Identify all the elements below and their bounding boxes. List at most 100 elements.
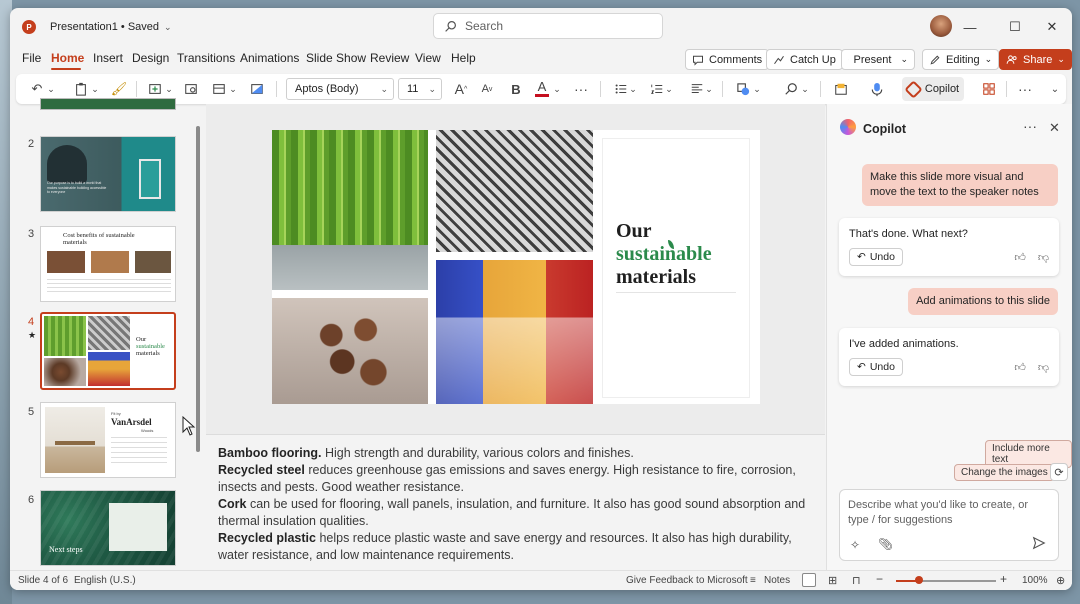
notes-toggle[interactable]: Notes [764, 575, 790, 586]
new-slide-icon[interactable] [144, 79, 166, 99]
slide-thumbnail-2[interactable]: Our purpose is to build a world that mak… [40, 136, 176, 212]
send-icon[interactable] [1032, 536, 1046, 555]
fit-slide-icon[interactable]: ⊕ [1056, 574, 1065, 587]
undo-label: Undo [869, 251, 895, 263]
reading-view-icon[interactable]: ⊓ [852, 574, 861, 587]
tab-design[interactable]: Design [132, 51, 169, 65]
shapes-icon[interactable] [732, 79, 754, 99]
undo-icon[interactable]: ↶ [26, 79, 48, 99]
editing-mode-button[interactable]: Editing ⌄ [922, 49, 1000, 70]
thumbs-up-icon[interactable]: 👍︎ [1014, 251, 1026, 264]
table-image [55, 441, 95, 445]
thumbs-down-icon[interactable]: 👎︎ [1038, 251, 1049, 264]
chevron-down-icon[interactable]: ⌄ [90, 79, 100, 99]
tab-home[interactable]: Home [51, 51, 84, 65]
zoom-slider-thumb[interactable] [915, 576, 923, 584]
present-button[interactable]: Present ⌄ [841, 49, 915, 70]
dictate-icon[interactable] [866, 79, 888, 99]
thumbs-up-icon[interactable]: 👍︎ [1014, 361, 1026, 374]
chevron-down-icon[interactable]: ⌄ [228, 79, 238, 99]
chevron-down-icon[interactable]: ⌄ [900, 54, 908, 65]
expand-ribbon-icon[interactable]: ⌄ [1048, 79, 1062, 99]
document-title[interactable]: Presentation1 • Saved [50, 21, 159, 33]
close-pane-icon[interactable]: ✕ [1049, 120, 1060, 136]
current-slide[interactable]: Our sustainable materials [272, 130, 760, 404]
tab-help[interactable]: Help [451, 51, 476, 65]
attach-icon[interactable]: 📎︎ [878, 537, 893, 552]
minimize-button[interactable]: — [952, 8, 988, 46]
shrink-font-icon[interactable]: Av [476, 79, 498, 99]
normal-view-icon[interactable] [802, 573, 816, 587]
share-label: Share [1023, 53, 1053, 66]
refresh-suggestions-button[interactable]: ⟳ [1050, 463, 1068, 481]
tab-file[interactable]: File [22, 51, 41, 65]
chevron-down-icon[interactable]: ⌄ [164, 22, 172, 33]
share-button[interactable]: Share ⌄ [999, 49, 1072, 70]
thumbs-down-icon[interactable]: 👎︎ [1038, 361, 1049, 374]
zoom-out-icon[interactable]: − [876, 572, 883, 586]
find-icon[interactable] [780, 79, 802, 99]
avatar[interactable] [930, 15, 952, 37]
maximize-button[interactable]: ☐ [997, 8, 1033, 46]
undo-button[interactable]: ↶ Undo [849, 358, 903, 376]
thumbnail-scrollbar[interactable] [196, 126, 200, 452]
prompt-placeholder: Describe what you'd like to create, or t… [848, 499, 1029, 526]
tab-slide-show[interactable]: Slide Show [306, 51, 366, 65]
more-options-icon[interactable]: ··· [1014, 79, 1036, 99]
tab-animations[interactable]: Animations [240, 51, 299, 65]
feedback-buttons: 👍︎ 👎︎ [1014, 251, 1049, 264]
paste-icon[interactable] [70, 79, 92, 99]
chevron-down-icon[interactable]: ⌄ [800, 79, 810, 99]
font-color-icon[interactable]: A [532, 79, 552, 99]
designer-icon[interactable] [830, 79, 852, 99]
more-options-icon[interactable]: ··· [1023, 118, 1037, 134]
feedback-link[interactable]: Give Feedback to Microsoft [626, 575, 748, 586]
slide-thumbnail-6[interactable]: Next steps [40, 490, 176, 566]
catch-up-button[interactable]: Catch Up [766, 49, 843, 70]
font-name-select[interactable]: Aptos (Body) ⌄ [286, 78, 394, 100]
language-status[interactable]: English (U.S.) [74, 575, 136, 586]
chevron-down-icon[interactable]: ⌄ [664, 79, 674, 99]
bold-icon[interactable]: B [506, 79, 526, 99]
suggestion-chip-change-images[interactable]: Change the images [954, 464, 1055, 481]
layout-icon[interactable] [208, 79, 230, 99]
search-box[interactable]: Search [433, 13, 663, 39]
add-ins-icon[interactable] [978, 79, 1000, 99]
slide-thumbnail-4[interactable]: Our sustainable materials [40, 312, 176, 390]
slide-thumbnail-1[interactable] [40, 98, 176, 110]
chevron-down-icon[interactable]: ⌄ [628, 79, 638, 99]
tab-transitions[interactable]: Transitions [177, 51, 235, 65]
tab-review[interactable]: Review [370, 51, 409, 65]
zoom-in-icon[interactable]: + [1000, 572, 1007, 586]
undo-icon: ↶ [857, 251, 866, 263]
tab-insert[interactable]: Insert [93, 51, 123, 65]
chevron-down-icon[interactable]: ⌄ [46, 79, 56, 99]
chevron-down-icon[interactable]: ⌄ [164, 79, 174, 99]
zoom-level[interactable]: 100% [1022, 575, 1048, 586]
chevron-down-icon[interactable]: ⌄ [552, 79, 562, 99]
speaker-notes[interactable]: Bamboo flooring. High strength and durab… [206, 434, 825, 570]
background-icon[interactable] [246, 79, 268, 99]
comments-label: Comments [709, 53, 763, 66]
slide-thumbnail-3[interactable]: Cost benefits of sustainable materials [40, 226, 176, 302]
more-font-options-icon[interactable]: ··· [570, 79, 592, 99]
chevron-down-icon[interactable]: ⌄ [752, 79, 762, 99]
reuse-slides-icon[interactable] [180, 79, 202, 99]
grow-font-icon[interactable]: A ^ [450, 79, 472, 99]
slide-thumbnail-5[interactable]: Fit by VanArsdel Woods [40, 402, 176, 478]
copilot-pane: Copilot ··· ✕ Make this slide more visua… [826, 104, 1072, 570]
font-size-select[interactable]: 11 ⌄ [398, 78, 442, 100]
chevron-down-icon[interactable]: ⌄ [704, 79, 714, 99]
undo-button[interactable]: ↶ Undo [849, 248, 903, 266]
copilot-prompt-input[interactable]: Describe what you'd like to create, or t… [839, 489, 1059, 561]
tab-view[interactable]: View [415, 51, 441, 65]
slide-title[interactable]: Our sustainable materials [616, 220, 712, 289]
slide-sorter-icon[interactable]: ⊞ [828, 574, 837, 587]
sparkle-icon[interactable]: ✧ [850, 538, 860, 553]
copilot-ribbon-button[interactable]: Copilot [902, 77, 964, 101]
comments-button[interactable]: Comments [685, 49, 770, 70]
format-painter-icon[interactable]: 🖌 [108, 79, 130, 99]
close-window-button[interactable]: ✕ [1034, 8, 1070, 46]
catch-up-label: Catch Up [790, 53, 836, 66]
slide4-line1: Our [136, 336, 147, 343]
